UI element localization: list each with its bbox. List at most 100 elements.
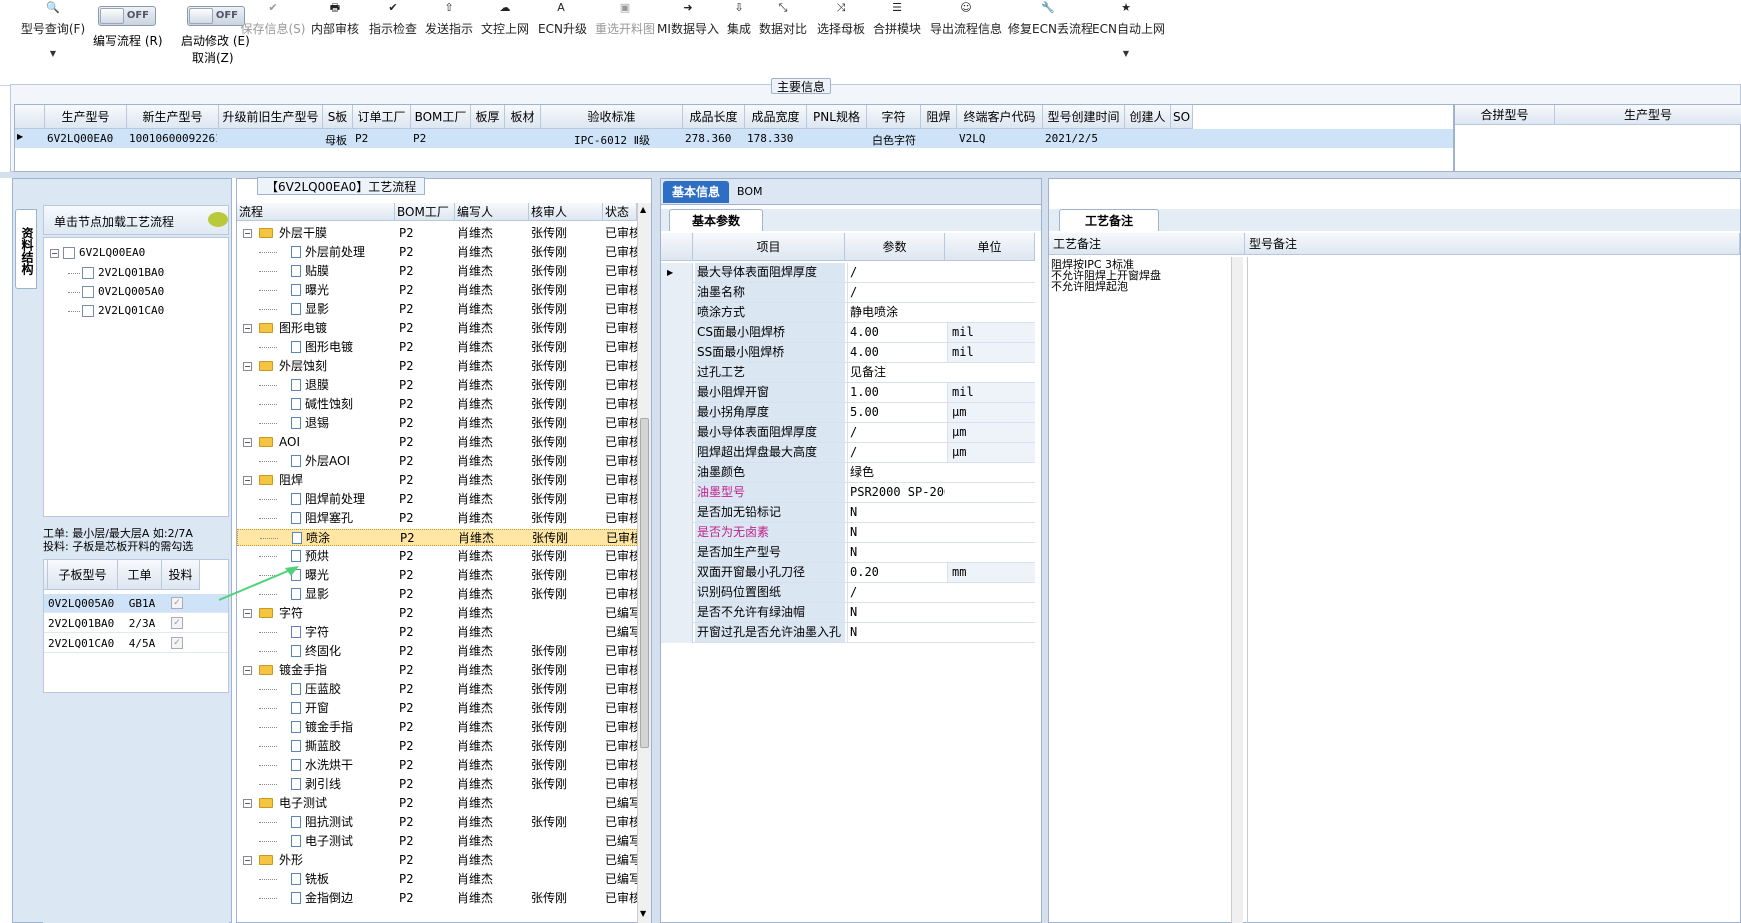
params-col-header[interactable]: 单位 — [945, 233, 1035, 261]
scroll-down-arrow-icon[interactable]: ▼ — [640, 909, 646, 918]
param-value[interactable]: 0.20 — [847, 563, 945, 582]
col-header[interactable]: 订单工厂 — [353, 105, 411, 129]
material-checkbox[interactable]: ✓ — [171, 597, 183, 609]
param-row[interactable]: 是否加生产型号 N — [661, 543, 1035, 563]
tab-process-notes[interactable]: 工艺备注 — [1059, 209, 1159, 231]
col-header[interactable]: PNL规格 — [807, 105, 867, 129]
flow-row[interactable]: 剥引线 P2 肖维杰 张传刚 已审核 — [237, 776, 637, 793]
toggle-write-flow[interactable]: OFF — [98, 6, 156, 26]
param-row[interactable]: 识别码位置图纸 / — [661, 583, 1035, 603]
flow-row[interactable]: 金指倒边 P2 肖维杰 张传刚 已审核 — [237, 890, 637, 907]
flow-row[interactable]: − 电子测试 P2 肖维杰 已编写 — [237, 795, 637, 812]
param-value[interactable]: 见备注 — [847, 363, 945, 382]
flow-row[interactable]: 字符 P2 肖维杰 已编写 — [237, 624, 637, 641]
col-header[interactable]: S板 — [323, 105, 353, 129]
param-row[interactable]: 油墨型号PSR2000 SP-200T — [661, 483, 1035, 503]
toolbar-button-2[interactable]: 🖶 内部审核 — [310, 0, 360, 70]
param-row[interactable]: CS面最小阻焊桥 4.00 mil — [661, 323, 1035, 343]
col-header[interactable]: 型号创建时间 — [1043, 105, 1125, 129]
param-value[interactable]: 静电喷涂 — [847, 303, 945, 322]
param-value[interactable]: 1.00 — [847, 383, 945, 402]
toolbar-button-9[interactable]: ⇩ 集成 — [724, 0, 754, 70]
flow-row[interactable]: 外层前处理 P2 肖维杰 张传刚 已审核 — [237, 244, 637, 261]
tree-root-node[interactable]: − 6V2LQ00EA0 — [50, 246, 145, 259]
main-info-cell[interactable]: 6V2LQ00EA0 — [47, 132, 125, 145]
col-header[interactable]: 终端客户代码 — [957, 105, 1043, 129]
flow-row[interactable]: 水洗烘干 P2 肖维杰 张传刚 已审核 — [237, 757, 637, 774]
checkbox-icon[interactable] — [82, 267, 94, 279]
flow-row[interactable]: 碱性蚀刻 P2 肖维杰 张传刚 已审核 — [237, 396, 637, 413]
toolbar-button-13[interactable]: ☺ 导出流程信息 — [930, 0, 1002, 70]
flow-row[interactable]: − AOI P2 肖维杰 张传刚 已审核 — [237, 434, 637, 451]
collapse-icon[interactable]: − — [243, 438, 252, 447]
flow-row[interactable]: 贴膜 P2 肖维杰 张传刚 已审核 — [237, 263, 637, 280]
toolbar-button-7[interactable]: ▣ 重选开料图 — [590, 0, 660, 70]
param-row[interactable]: 开窗过孔是否允许油墨入孔 N — [661, 623, 1035, 643]
flow-row[interactable]: − 阻焊 P2 肖维杰 张传刚 已审核 — [237, 472, 637, 489]
merge-col-header[interactable]: 生产型号 — [1555, 105, 1741, 125]
flow-row[interactable]: − 图形电镀 P2 肖维杰 张传刚 已审核 — [237, 320, 637, 337]
param-row[interactable]: SS面最小阻焊桥 4.00 mil — [661, 343, 1035, 363]
toolbar-button-4[interactable]: ⇧ 发送指示 — [424, 0, 474, 70]
param-value[interactable]: 5.00 — [847, 403, 945, 422]
sub-board-row[interactable]: 0V2LQ005A0 GB1A ✓ — [44, 594, 228, 613]
col-header[interactable]: 创建人 — [1125, 105, 1171, 129]
flow-row[interactable]: − 外层干膜 P2 肖维杰 张传刚 已审核 — [237, 225, 637, 242]
main-info-cell[interactable]: 278.360 — [685, 132, 743, 145]
param-row[interactable]: 最小拐角厚度 5.00 μm — [661, 403, 1035, 423]
col-header[interactable]: 板厚 — [471, 105, 505, 129]
flow-col-header[interactable]: BOM工厂 — [395, 203, 455, 221]
collapse-icon[interactable]: − — [243, 362, 252, 371]
collapse-icon[interactable]: − — [243, 799, 252, 808]
toolbar-button-5[interactable]: ☁ 文控上网 — [480, 0, 530, 70]
flow-row[interactable]: 喷涂 P2 肖维杰 张传刚 已审核 — [237, 529, 637, 546]
param-value[interactable]: N — [847, 503, 945, 522]
flow-row[interactable]: 镀金手指 P2 肖维杰 张传刚 已审核 — [237, 719, 637, 736]
scroll-up-arrow-icon[interactable]: ▲ — [640, 205, 646, 214]
main-info-cell[interactable]: 178.330 — [747, 132, 805, 145]
param-row[interactable]: 油墨名称 / — [661, 283, 1035, 303]
tree-child-node[interactable]: 2V2LQ01CA0 — [68, 304, 164, 317]
flow-row[interactable]: 退锡 P2 肖维杰 张传刚 已审核 — [237, 415, 637, 432]
col-header[interactable]: 升级前旧生产型号 — [219, 105, 323, 129]
param-value[interactable]: N — [847, 543, 945, 562]
param-value[interactable]: / — [847, 443, 945, 462]
tree-child-node[interactable]: 2V2LQ01BA0 — [68, 266, 164, 279]
tab-basic-info[interactable]: 基本信息 — [663, 181, 729, 203]
flow-row[interactable]: 终固化 P2 肖维杰 张传刚 已审核 — [237, 643, 637, 660]
main-info-cell[interactable]: IPC-6012 Ⅱ级 — [543, 132, 681, 148]
param-value[interactable]: PSR2000 SP-200T — [847, 483, 945, 502]
toolbar-button-11[interactable]: ⤨ 选择母板 — [816, 0, 866, 70]
main-info-cell[interactable]: 10010600092261 — [129, 132, 217, 145]
collapse-icon[interactable]: − — [243, 476, 252, 485]
flow-row[interactable]: 压蓝胶 P2 肖维杰 张传刚 已审核 — [237, 681, 637, 698]
param-value[interactable]: / — [847, 583, 945, 602]
scroll-thumb[interactable] — [640, 418, 649, 748]
toolbar-button-3[interactable]: ✔ 指示检查 — [368, 0, 418, 70]
param-value[interactable]: 绿色 — [847, 463, 945, 482]
toolbar-button-12[interactable]: ☰ 合拼模块 — [872, 0, 922, 70]
param-value[interactable]: N — [847, 623, 945, 642]
toolbar-button-0[interactable]: 🔍 型号查询(F) ▼ — [18, 0, 88, 70]
main-info-cell[interactable]: 母板 — [325, 132, 351, 148]
toolbar-button-14[interactable]: 🔧 修复ECN丢流程 — [1008, 0, 1093, 70]
main-info-cell[interactable]: P2 — [355, 132, 409, 145]
param-value[interactable]: N — [847, 523, 945, 542]
sub-col-header[interactable]: 工单 — [118, 560, 162, 590]
toolbar-button-6[interactable]: A ECN升级 — [538, 0, 587, 70]
flow-row[interactable]: 阻焊塞孔 P2 肖维杰 张传刚 已审核 — [237, 510, 637, 527]
material-checkbox[interactable]: ✓ — [171, 637, 183, 649]
toolbar-button-10[interactable]: ⤡ 数据对比 — [758, 0, 808, 70]
flow-row[interactable]: − 镀金手指 P2 肖维杰 张传刚 已审核 — [237, 662, 637, 679]
param-row[interactable]: 阻焊超出焊盘最大高度 / μm — [661, 443, 1035, 463]
col-header[interactable]: BOM工厂 — [411, 105, 471, 129]
col-header[interactable]: 成品长度 — [683, 105, 745, 129]
param-value[interactable]: / — [847, 423, 945, 442]
params-col-header[interactable]: 参数 — [845, 233, 945, 261]
flow-col-header[interactable]: 核审人 — [529, 203, 603, 221]
main-info-cell[interactable]: P2 — [413, 132, 469, 145]
col-header[interactable]: 新生产型号 — [127, 105, 219, 129]
flow-col-header[interactable]: 编写人 — [455, 203, 529, 221]
checkbox-icon[interactable] — [82, 305, 94, 317]
param-value[interactable]: 4.00 — [847, 343, 945, 362]
